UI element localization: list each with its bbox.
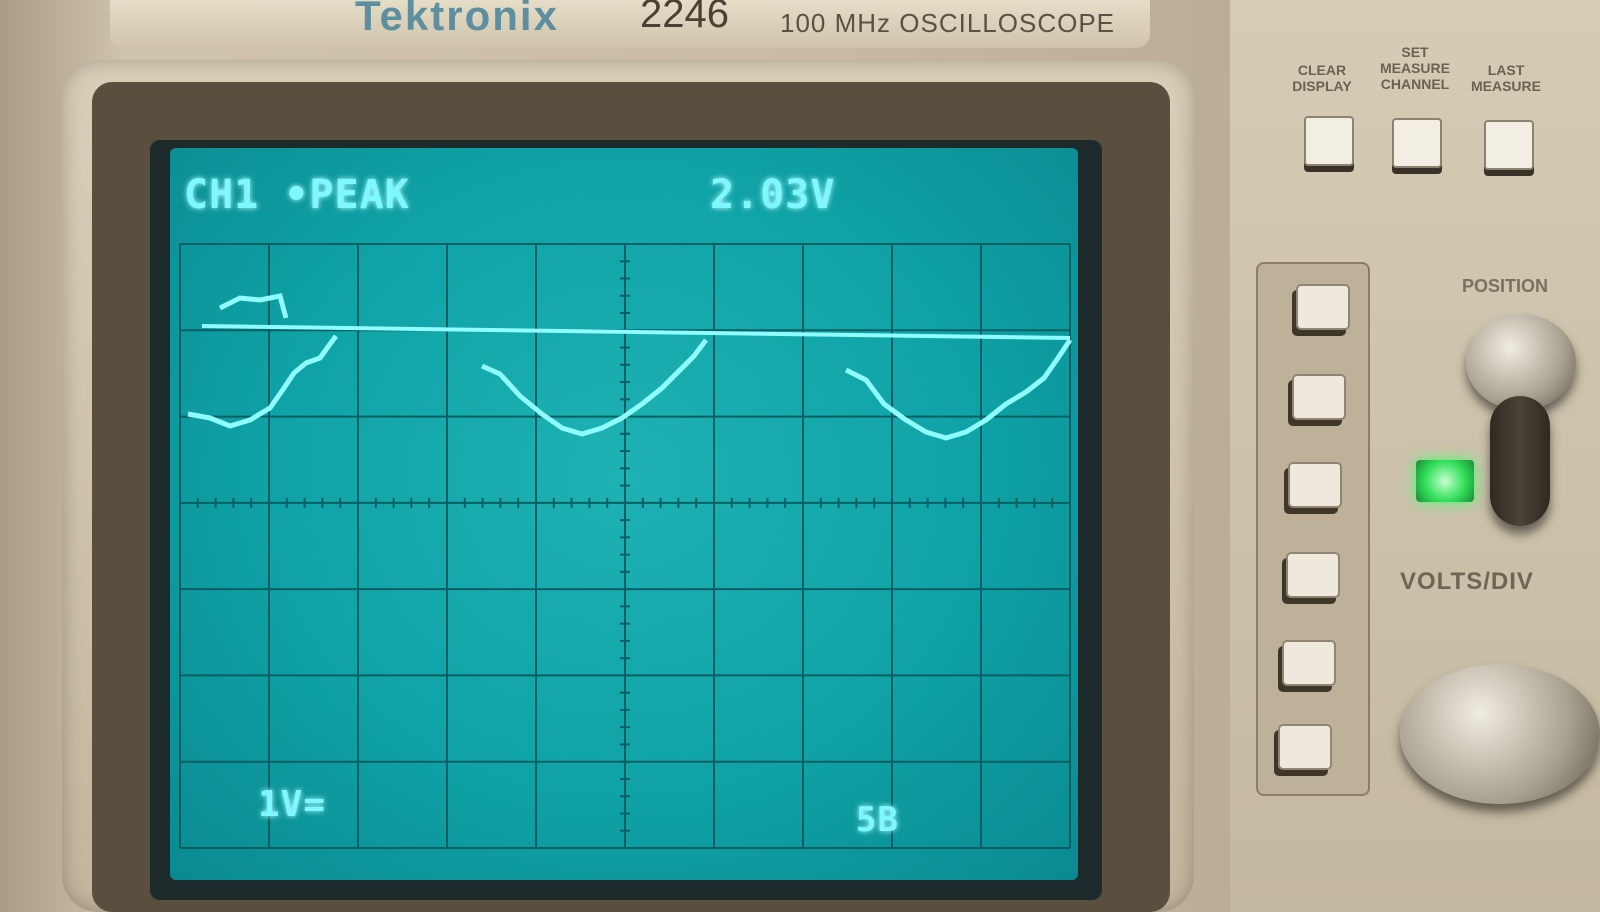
function-button-5[interactable]: [1282, 640, 1336, 686]
clear-display-label: CLEAR DISPLAY: [1292, 62, 1352, 94]
clear-display-button[interactable]: [1304, 116, 1354, 166]
ground-marker: [218, 293, 289, 319]
measurement-readout: 2.03V: [710, 172, 836, 218]
volts-div-label: VOLTS/DIV: [1400, 568, 1534, 595]
function-button-6[interactable]: [1278, 724, 1332, 770]
volts-per-div-readout: 1V=: [258, 784, 327, 825]
brand-strip: Tektronix 2246 100 MHz OSCILLOSCOPE: [110, 0, 1150, 48]
set-measure-channel-label: SET MEASURE CHANNEL: [1379, 44, 1450, 92]
position-knob-shaft: [1490, 396, 1550, 526]
graticule-and-trace: [179, 243, 1073, 849]
model-description: 100 MHz OSCILLOSCOPE: [780, 8, 1115, 38]
function-button-3[interactable]: [1288, 462, 1342, 508]
signal-trace-segment: [480, 338, 708, 437]
channel-indicator-led: [1416, 460, 1474, 502]
function-button-column: [1256, 262, 1370, 796]
brand-logo: Tektronix: [355, 0, 559, 39]
signal-trace-segment: [187, 334, 338, 429]
time-readout: 5B: [856, 800, 899, 840]
set-measure-channel-button[interactable]: [1392, 118, 1442, 168]
crt-screen: CH1 •PEAK 2.03V 1V= 5B: [170, 148, 1078, 880]
last-measure-label: LAST MEASURE: [1470, 62, 1541, 94]
position-label: POSITION: [1462, 276, 1549, 296]
model-number: 2246: [640, 0, 729, 36]
channel-readout: CH1 •PEAK: [184, 172, 410, 218]
last-measure-button[interactable]: [1484, 120, 1534, 170]
function-button-4[interactable]: [1286, 552, 1340, 598]
function-button-2[interactable]: [1292, 374, 1346, 420]
signal-trace-segment: [844, 338, 1073, 441]
volts-div-knob[interactable]: [1400, 664, 1600, 804]
reference-trace: [201, 324, 1071, 340]
function-button-1[interactable]: [1296, 284, 1350, 330]
